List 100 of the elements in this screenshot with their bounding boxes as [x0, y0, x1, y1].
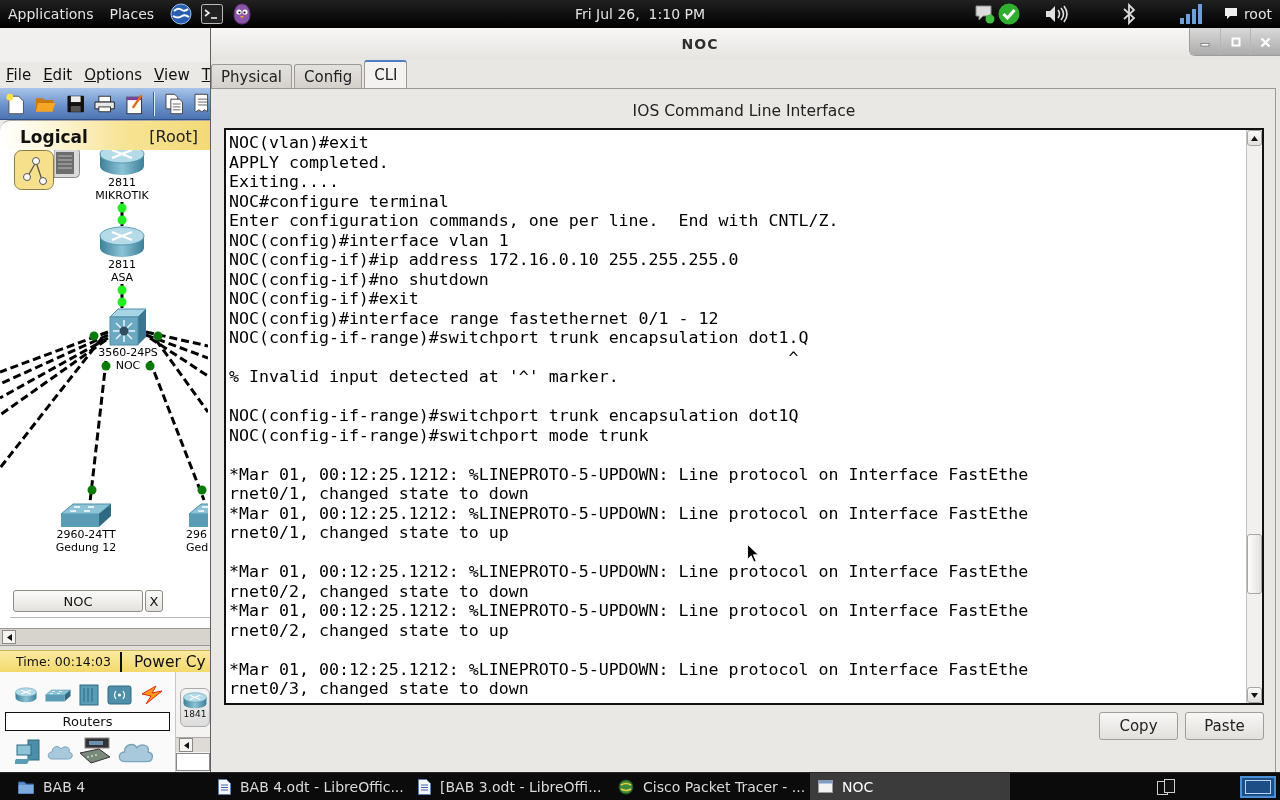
device-label: 2811	[108, 258, 136, 271]
menu-item[interactable]: Edit	[43, 66, 73, 84]
power-cycle-button[interactable]: Power Cy	[133, 652, 206, 671]
link-light-icon	[117, 285, 127, 295]
device-label: 2811	[108, 176, 136, 189]
tab[interactable]: Config	[294, 64, 363, 88]
terminal-line: NOC(config-if)#exit	[229, 289, 419, 309]
triangle-left-icon	[182, 741, 190, 749]
scroll-up-button[interactable]	[1247, 130, 1262, 146]
clock[interactable]: Fri Jul 26, 1:10 PM	[574, 6, 705, 22]
menu-item[interactable]: Places	[109, 6, 155, 22]
action-button[interactable]: Paste	[1185, 712, 1264, 740]
check-icon[interactable]	[997, 3, 1020, 25]
taskbar-button[interactable]: Cisco Packet Tracer - ...	[610, 773, 810, 800]
scrollbar-thumb[interactable]	[1247, 534, 1262, 594]
link-light-icon	[145, 361, 155, 371]
server-rack-icon[interactable]	[54, 150, 80, 178]
save-icon[interactable]	[66, 94, 85, 113]
terminal-line: Exiting....	[229, 172, 339, 192]
terminal-line: NOC(config-if-range)#switchport mode trunk	[229, 425, 649, 445]
triangle-down-icon	[1251, 691, 1258, 699]
tab[interactable]: Physical	[211, 64, 293, 88]
menu-item[interactable]: View	[154, 66, 190, 84]
signal-icon[interactable]	[1179, 4, 1202, 24]
router-icon[interactable]	[99, 226, 145, 258]
multilayer-switch-icon[interactable]	[109, 308, 147, 346]
wireless-icon[interactable]	[107, 685, 132, 705]
overlapping-windows-icon[interactable]	[1157, 778, 1175, 795]
link-light-icon	[101, 361, 111, 371]
network-cable	[120, 202, 124, 226]
node-graph-icon[interactable]	[14, 150, 54, 190]
terminal-line: Enter configuration commands, one per line. End with CNTL/Z.	[229, 211, 839, 231]
input-field[interactable]	[176, 753, 210, 771]
workspace-path[interactable]: [Root]	[149, 127, 198, 146]
bird-icon[interactable]	[232, 3, 253, 25]
terminal-line: ^	[787, 347, 799, 367]
scroll-left-button[interactable]	[2, 630, 16, 644]
device-button[interactable]: NOC	[13, 590, 143, 612]
router-icon[interactable]	[99, 150, 145, 176]
tab[interactable]: CLI	[364, 60, 408, 88]
terminal-line: rnet0/3, changed state to down	[229, 679, 529, 699]
device-label: 296	[186, 528, 207, 541]
workspace-switcher[interactable]	[1240, 775, 1276, 798]
new-file-icon[interactable]	[6, 92, 26, 115]
volume-icon[interactable]	[1044, 5, 1068, 23]
terminal-line: rnet0/2, changed state to up	[229, 620, 509, 640]
triangle-up-icon	[1251, 134, 1258, 142]
action-button[interactable]: Copy	[1099, 712, 1178, 740]
terminal-line: *Mar 01, 00:12:25.1212: %LINEPROTO-5-UPDOWN: Line protocol on Interface FastEthe	[229, 601, 1029, 621]
globe-icon[interactable]	[170, 3, 193, 25]
edit-icon[interactable]	[125, 92, 144, 115]
taskbar-button[interactable]: BAB 4	[10, 773, 210, 800]
menu-item[interactable]: Options	[84, 66, 143, 84]
device-label: Ged	[186, 541, 209, 554]
menu-item[interactable]: Applications	[8, 6, 94, 22]
close-icon	[1260, 36, 1271, 48]
terminal-line: % Invalid input detected at '^' marker.	[229, 367, 619, 387]
link-light-icon	[153, 331, 163, 341]
terminal-line: NOC(config-if-range)#switchport trunk encapsulation dot1.Q	[229, 328, 809, 348]
lightning-icon[interactable]	[140, 685, 164, 705]
device-tile[interactable]: 1841	[180, 688, 210, 727]
chat-bubble-icon[interactable]	[974, 4, 995, 24]
chat-bubble-icon[interactable]	[1223, 7, 1238, 21]
switch-icon[interactable]	[45, 688, 71, 702]
user-menu[interactable]: root	[1243, 6, 1272, 22]
document-icon	[218, 778, 231, 795]
time-label: Time: 00:14:03	[16, 654, 111, 669]
terminal-line: NOC#configure terminal	[229, 191, 449, 211]
terminal-line: *Mar 01, 00:12:25.1212: %LINEPROTO-5-UPDOWN: Line protocol on Interface FastEthe	[229, 503, 1029, 523]
document-icon[interactable]	[194, 92, 210, 115]
copy-icon[interactable]	[165, 92, 185, 115]
network-card-icon[interactable]	[79, 736, 111, 767]
device-label: Gedung 12	[55, 541, 117, 554]
menu-item[interactable]: File	[6, 66, 32, 84]
bluetooth-icon[interactable]	[1121, 3, 1136, 25]
terminal-icon[interactable]	[201, 4, 224, 24]
terminal-line: NOC(config)#interface vlan 1	[229, 230, 509, 250]
link-light-icon	[87, 485, 97, 495]
device-label: MIKROTIK	[95, 189, 149, 202]
folder-icon	[18, 779, 34, 794]
print-icon[interactable]	[94, 94, 116, 113]
taskbar-button[interactable]: [BAB 3.odt - LibreOffi...	[410, 773, 610, 800]
router-icon	[183, 692, 207, 709]
close-button[interactable]: X	[145, 590, 163, 612]
scroll-left-button[interactable]	[179, 738, 193, 752]
terminal-line: NOC(config)#interface range fastethernet 0/1 - 12	[229, 308, 719, 328]
computer-icon[interactable]	[15, 738, 41, 765]
logical-tab[interactable]: Logical	[20, 126, 88, 147]
terminal-line: *Mar 01, 00:12:25.1212: %LINEPROTO-5-UPDOWN: Line protocol on Interface FastEthe	[229, 659, 1029, 679]
terminal[interactable]	[224, 128, 1264, 705]
router-icon[interactable]	[15, 687, 37, 703]
link-light-icon	[89, 331, 99, 341]
taskbar-button[interactable]: BAB 4.odt - LibreOffic...	[210, 773, 410, 800]
device-label: NOC	[115, 359, 141, 372]
document-icon	[418, 778, 431, 795]
menu-item[interactable]: T	[201, 66, 210, 84]
switch-icon[interactable]	[188, 502, 208, 528]
taskbar-button[interactable]: NOC	[810, 773, 1010, 800]
switch-icon[interactable]	[60, 502, 112, 528]
scroll-down-button[interactable]	[1247, 687, 1262, 703]
